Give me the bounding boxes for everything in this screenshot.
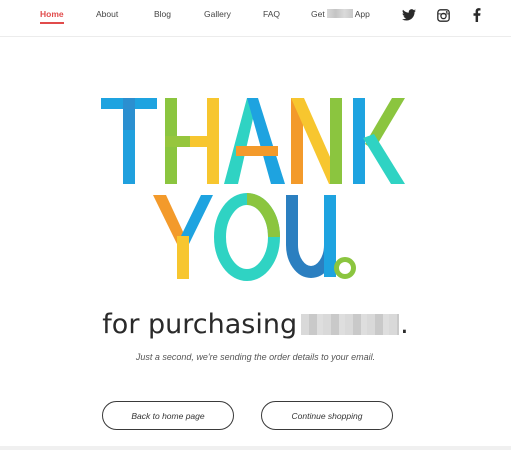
- letter-h: [165, 98, 219, 184]
- redacted-product-name: [301, 314, 400, 335]
- back-to-home-button[interactable]: Back to home page: [102, 401, 234, 430]
- letter-u: [286, 195, 336, 278]
- page-bottom-edge: [0, 446, 511, 450]
- letter-t: [101, 98, 157, 184]
- letter-k: [353, 98, 405, 184]
- continue-shopping-button[interactable]: Continue shopping: [261, 401, 393, 430]
- subline-prefix: for purchasing: [102, 309, 298, 340]
- thank-you-graphic: [101, 98, 405, 281]
- email-note: Just a second, we're sending the order d…: [135, 352, 376, 362]
- letter-o: [214, 193, 280, 281]
- period-dot: [334, 257, 356, 279]
- purchase-message: for purchasing.: [0, 309, 511, 340]
- letter-n: [291, 98, 342, 184]
- subline-suffix: .: [400, 309, 409, 340]
- letter-y: [153, 195, 213, 279]
- thank-you-hero: for purchasing. Just a second, we're sen…: [0, 0, 511, 450]
- letter-a: [224, 98, 285, 184]
